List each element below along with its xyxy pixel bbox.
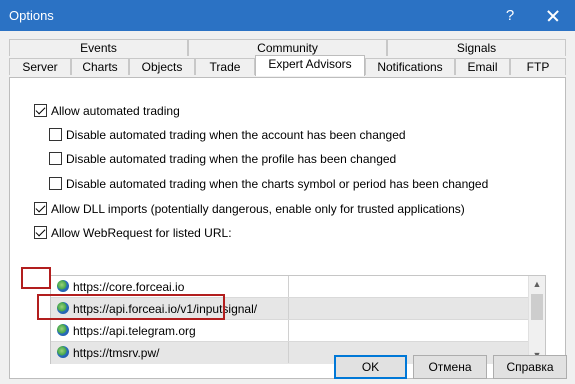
tab-signals[interactable]: Signals (387, 39, 566, 56)
disable-on-profile-change-checkbox[interactable] (49, 152, 62, 165)
expert-advisors-panel: Allow automated trading Disable automate… (9, 77, 566, 379)
dialog-client: Events Community Signals Server Charts O… (0, 31, 575, 384)
disable-on-account-change-label: Disable automated trading when the accou… (66, 128, 406, 142)
help-button[interactable]: Справка (493, 355, 567, 379)
url-text: https://api.telegram.org (73, 324, 196, 338)
tab-notifications[interactable]: Notifications (365, 58, 455, 75)
tab-email[interactable]: Email (455, 58, 510, 75)
url-text: https://tmsrv.pw/ (73, 346, 160, 360)
tab-charts[interactable]: Charts (71, 58, 129, 75)
window-title: Options (9, 8, 54, 23)
tab-trade[interactable]: Trade (195, 58, 255, 75)
close-icon[interactable] (538, 0, 568, 31)
title-bar: Options ? (0, 0, 575, 31)
tab-row-top: Events Community Signals (9, 39, 566, 56)
globe-icon (57, 324, 69, 336)
disable-on-account-change-checkbox[interactable] (49, 128, 62, 141)
allow-dll-imports-checkbox[interactable] (34, 202, 47, 215)
scroll-up-icon[interactable]: ▲ (529, 276, 545, 292)
allow-webrequest-checkbox[interactable] (34, 226, 47, 239)
tab-row-bottom: Server Charts Objects Trade Expert Advis… (9, 55, 566, 76)
allow-dll-imports-label: Allow DLL imports (potentially dangerous… (51, 202, 465, 216)
disable-on-profile-change-label: Disable automated trading when the profi… (66, 152, 397, 166)
disable-on-symbol-change-checkbox[interactable] (49, 177, 62, 190)
tab-expert-advisors[interactable]: Expert Advisors (255, 55, 365, 76)
scroll-thumb[interactable] (531, 294, 543, 320)
allow-automated-trading-checkbox[interactable] (34, 104, 47, 117)
tab-ftp[interactable]: FTP (510, 58, 566, 75)
tab-community[interactable]: Community (188, 39, 387, 56)
globe-icon (57, 346, 69, 358)
allow-automated-trading-label: Allow automated trading (51, 104, 180, 118)
tab-events[interactable]: Events (9, 39, 188, 56)
url-list-scrollbar[interactable]: ▲ ▼ (528, 276, 545, 363)
highlight-first-url (37, 294, 225, 320)
cancel-button[interactable]: Отмена (413, 355, 487, 379)
allow-webrequest-label: Allow WebRequest for listed URL: (51, 226, 232, 240)
ok-button[interactable]: OK (334, 355, 407, 379)
tab-objects[interactable]: Objects (129, 58, 195, 75)
globe-icon (57, 280, 69, 292)
disable-on-symbol-change-label: Disable automated trading when the chart… (66, 177, 489, 191)
url-row[interactable]: https://api.telegram.org (51, 320, 529, 342)
help-icon[interactable]: ? (498, 0, 522, 31)
highlight-webrequest-checkbox (21, 267, 51, 289)
tab-server[interactable]: Server (9, 58, 71, 75)
url-text: https://core.forceai.io (73, 280, 185, 294)
